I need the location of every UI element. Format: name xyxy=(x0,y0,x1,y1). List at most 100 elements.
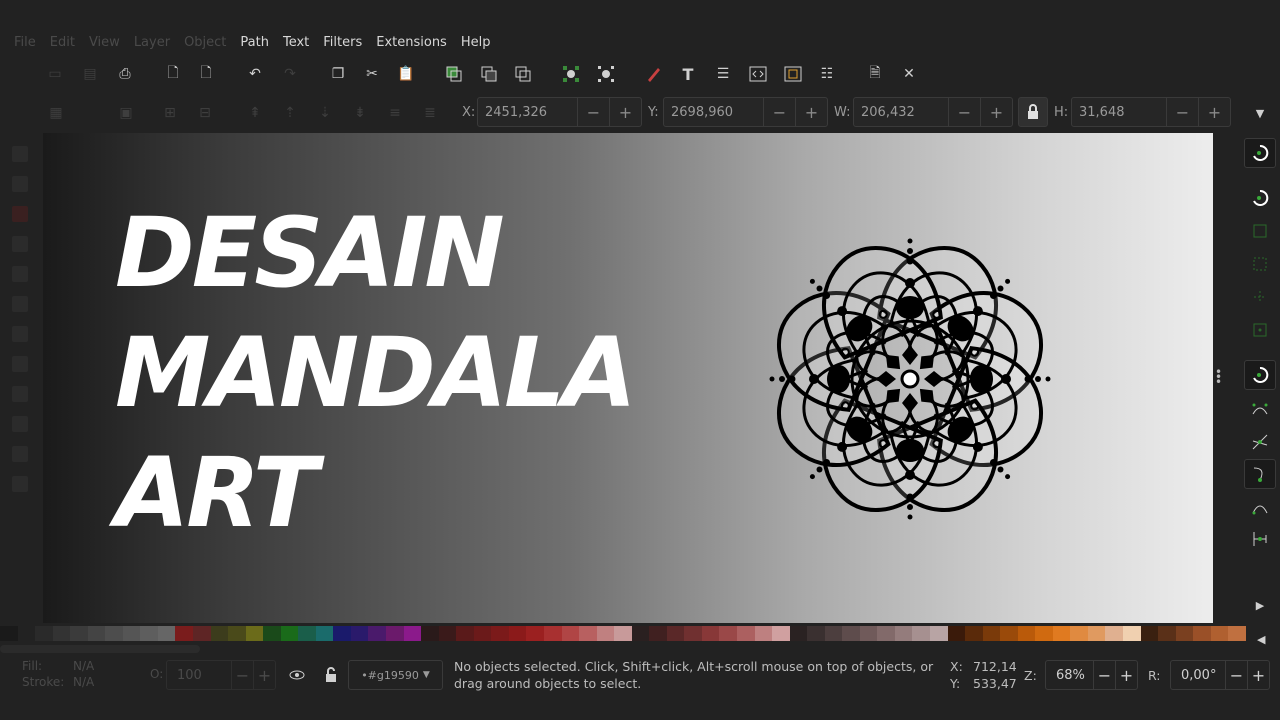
menu-file[interactable]: File xyxy=(14,35,36,50)
zoom-tool-icon[interactable] xyxy=(12,206,28,222)
undo-icon[interactable]: ↶ xyxy=(245,64,265,84)
color-swatch[interactable] xyxy=(579,626,597,641)
color-swatch[interactable] xyxy=(929,626,948,641)
color-swatch[interactable] xyxy=(1105,626,1123,641)
color-swatch[interactable] xyxy=(736,626,755,641)
w-value[interactable]: 206,432 xyxy=(854,105,948,120)
selector-tool-icon[interactable] xyxy=(12,146,28,162)
w-increment-button[interactable]: + xyxy=(980,98,1012,126)
color-swatch[interactable] xyxy=(614,626,632,641)
color-swatch[interactable] xyxy=(1070,626,1088,641)
text-tool-icon[interactable] xyxy=(12,386,28,402)
open-icon[interactable]: ▤ xyxy=(80,64,100,84)
preferences-tools-icon[interactable]: ✕ xyxy=(899,64,919,84)
flip-vertical-icon[interactable]: ⊟ xyxy=(195,103,215,123)
rotation-value[interactable]: 0,00° xyxy=(1171,668,1225,683)
color-swatch[interactable] xyxy=(491,626,509,641)
color-swatch[interactable] xyxy=(140,626,158,641)
raise-icon[interactable]: ⇡ xyxy=(280,103,300,123)
group-icon[interactable] xyxy=(561,64,581,84)
duplicate-icon[interactable] xyxy=(444,64,464,84)
color-swatch[interactable] xyxy=(1210,626,1229,641)
color-swatch[interactable] xyxy=(1035,626,1053,641)
h-value[interactable]: 31,648 xyxy=(1072,105,1166,120)
snap-nodes-button[interactable] xyxy=(1244,360,1276,390)
color-swatch[interactable] xyxy=(631,626,650,641)
x-increment-button[interactable]: + xyxy=(609,98,641,126)
color-swatch[interactable] xyxy=(193,626,211,641)
y-increment-button[interactable]: + xyxy=(795,98,827,126)
color-swatch[interactable] xyxy=(894,626,913,641)
color-swatch[interactable] xyxy=(1017,626,1036,641)
document-properties-icon[interactable] xyxy=(783,64,803,84)
color-swatch[interactable] xyxy=(70,626,88,641)
color-swatch[interactable] xyxy=(1228,626,1246,641)
menu-help[interactable]: Help xyxy=(461,35,491,50)
fill-stroke-icon[interactable] xyxy=(644,64,664,84)
text-font-icon[interactable]: T xyxy=(678,64,698,84)
pen-tool-icon[interactable] xyxy=(12,356,28,372)
color-swatch[interactable] xyxy=(1000,626,1018,641)
zoom-out-button[interactable]: − xyxy=(1093,661,1115,689)
zoom-spinbox[interactable]: 68% − + xyxy=(1045,660,1138,690)
zoom-value[interactable]: 68% xyxy=(1046,668,1093,683)
color-swatch[interactable] xyxy=(122,626,141,641)
color-swatch[interactable] xyxy=(315,626,334,641)
fill-value[interactable]: N/A xyxy=(73,659,94,673)
color-swatch[interactable] xyxy=(52,626,71,641)
snap-bbox-button[interactable] xyxy=(1244,183,1276,213)
color-swatch[interactable] xyxy=(0,626,18,641)
snap-midpoints-button[interactable] xyxy=(1244,524,1276,554)
color-swatch[interactable] xyxy=(245,626,264,641)
color-swatch[interactable] xyxy=(701,626,720,641)
snap-bbox-corner-button[interactable] xyxy=(1244,249,1276,279)
color-swatch[interactable] xyxy=(1158,626,1176,641)
color-swatch[interactable] xyxy=(912,626,930,641)
color-swatch[interactable] xyxy=(789,626,808,641)
color-swatch[interactable] xyxy=(543,626,562,641)
cut-icon[interactable]: ✂ xyxy=(362,64,382,84)
bucket-tool-icon[interactable] xyxy=(12,476,28,492)
color-swatch[interactable] xyxy=(280,626,299,641)
select-all-icon[interactable]: ▦ xyxy=(46,103,66,123)
color-swatch[interactable] xyxy=(596,626,615,641)
rotation-spinbox[interactable]: 0,00° − + xyxy=(1170,660,1270,690)
paste-icon[interactable]: 📋 xyxy=(396,64,416,84)
color-swatch[interactable] xyxy=(947,626,966,641)
preferences-doc-icon[interactable]: 🗎 xyxy=(865,64,885,84)
rotate-icon[interactable]: ▣ xyxy=(116,103,136,123)
flip-icon[interactable]: ⊞ xyxy=(160,103,180,123)
import-icon[interactable]: 🗋 xyxy=(163,64,183,84)
copy-icon[interactable]: ❐ xyxy=(328,64,348,84)
pencil-tool-icon[interactable] xyxy=(12,326,28,342)
color-swatch[interactable] xyxy=(473,626,492,641)
menu-view[interactable]: View xyxy=(89,35,120,50)
opacity-decrement[interactable]: − xyxy=(231,661,253,689)
color-swatch[interactable] xyxy=(649,626,667,641)
align-icon[interactable]: ≡ xyxy=(385,103,405,123)
y-spinbox[interactable]: 2698,960 − + xyxy=(663,97,828,127)
opacity-value[interactable]: 100 xyxy=(167,668,231,683)
color-swatch[interactable] xyxy=(1087,626,1106,641)
layer-selector[interactable]: •#g19590 ▼ xyxy=(348,660,443,690)
color-swatch[interactable] xyxy=(965,626,983,641)
color-swatch[interactable] xyxy=(859,626,878,641)
color-swatch[interactable] xyxy=(754,626,773,641)
menu-layer[interactable]: Layer xyxy=(134,35,170,50)
snap-bbox-center-button[interactable] xyxy=(1244,315,1276,345)
h-spinbox[interactable]: 31,648 − + xyxy=(1071,97,1231,127)
gradient-tool-icon[interactable] xyxy=(12,416,28,432)
color-swatch[interactable] xyxy=(105,626,123,641)
color-swatch[interactable] xyxy=(1140,626,1159,641)
snap-toggle-button[interactable] xyxy=(1244,138,1276,168)
menu-path[interactable]: Path xyxy=(240,35,269,50)
lower-icon[interactable]: ⇣ xyxy=(315,103,335,123)
rotate-cw-button[interactable]: + xyxy=(1247,661,1269,689)
export-icon[interactable]: 🗋 xyxy=(196,64,216,84)
color-swatch[interactable] xyxy=(210,626,229,641)
panel-handle-icon[interactable]: • • • xyxy=(1215,366,1222,388)
unlock-icon[interactable] xyxy=(321,665,341,685)
horizontal-scrollbar[interactable] xyxy=(0,645,200,653)
opacity-spinbox[interactable]: 100 − + xyxy=(166,660,276,690)
color-swatch[interactable] xyxy=(719,626,737,641)
